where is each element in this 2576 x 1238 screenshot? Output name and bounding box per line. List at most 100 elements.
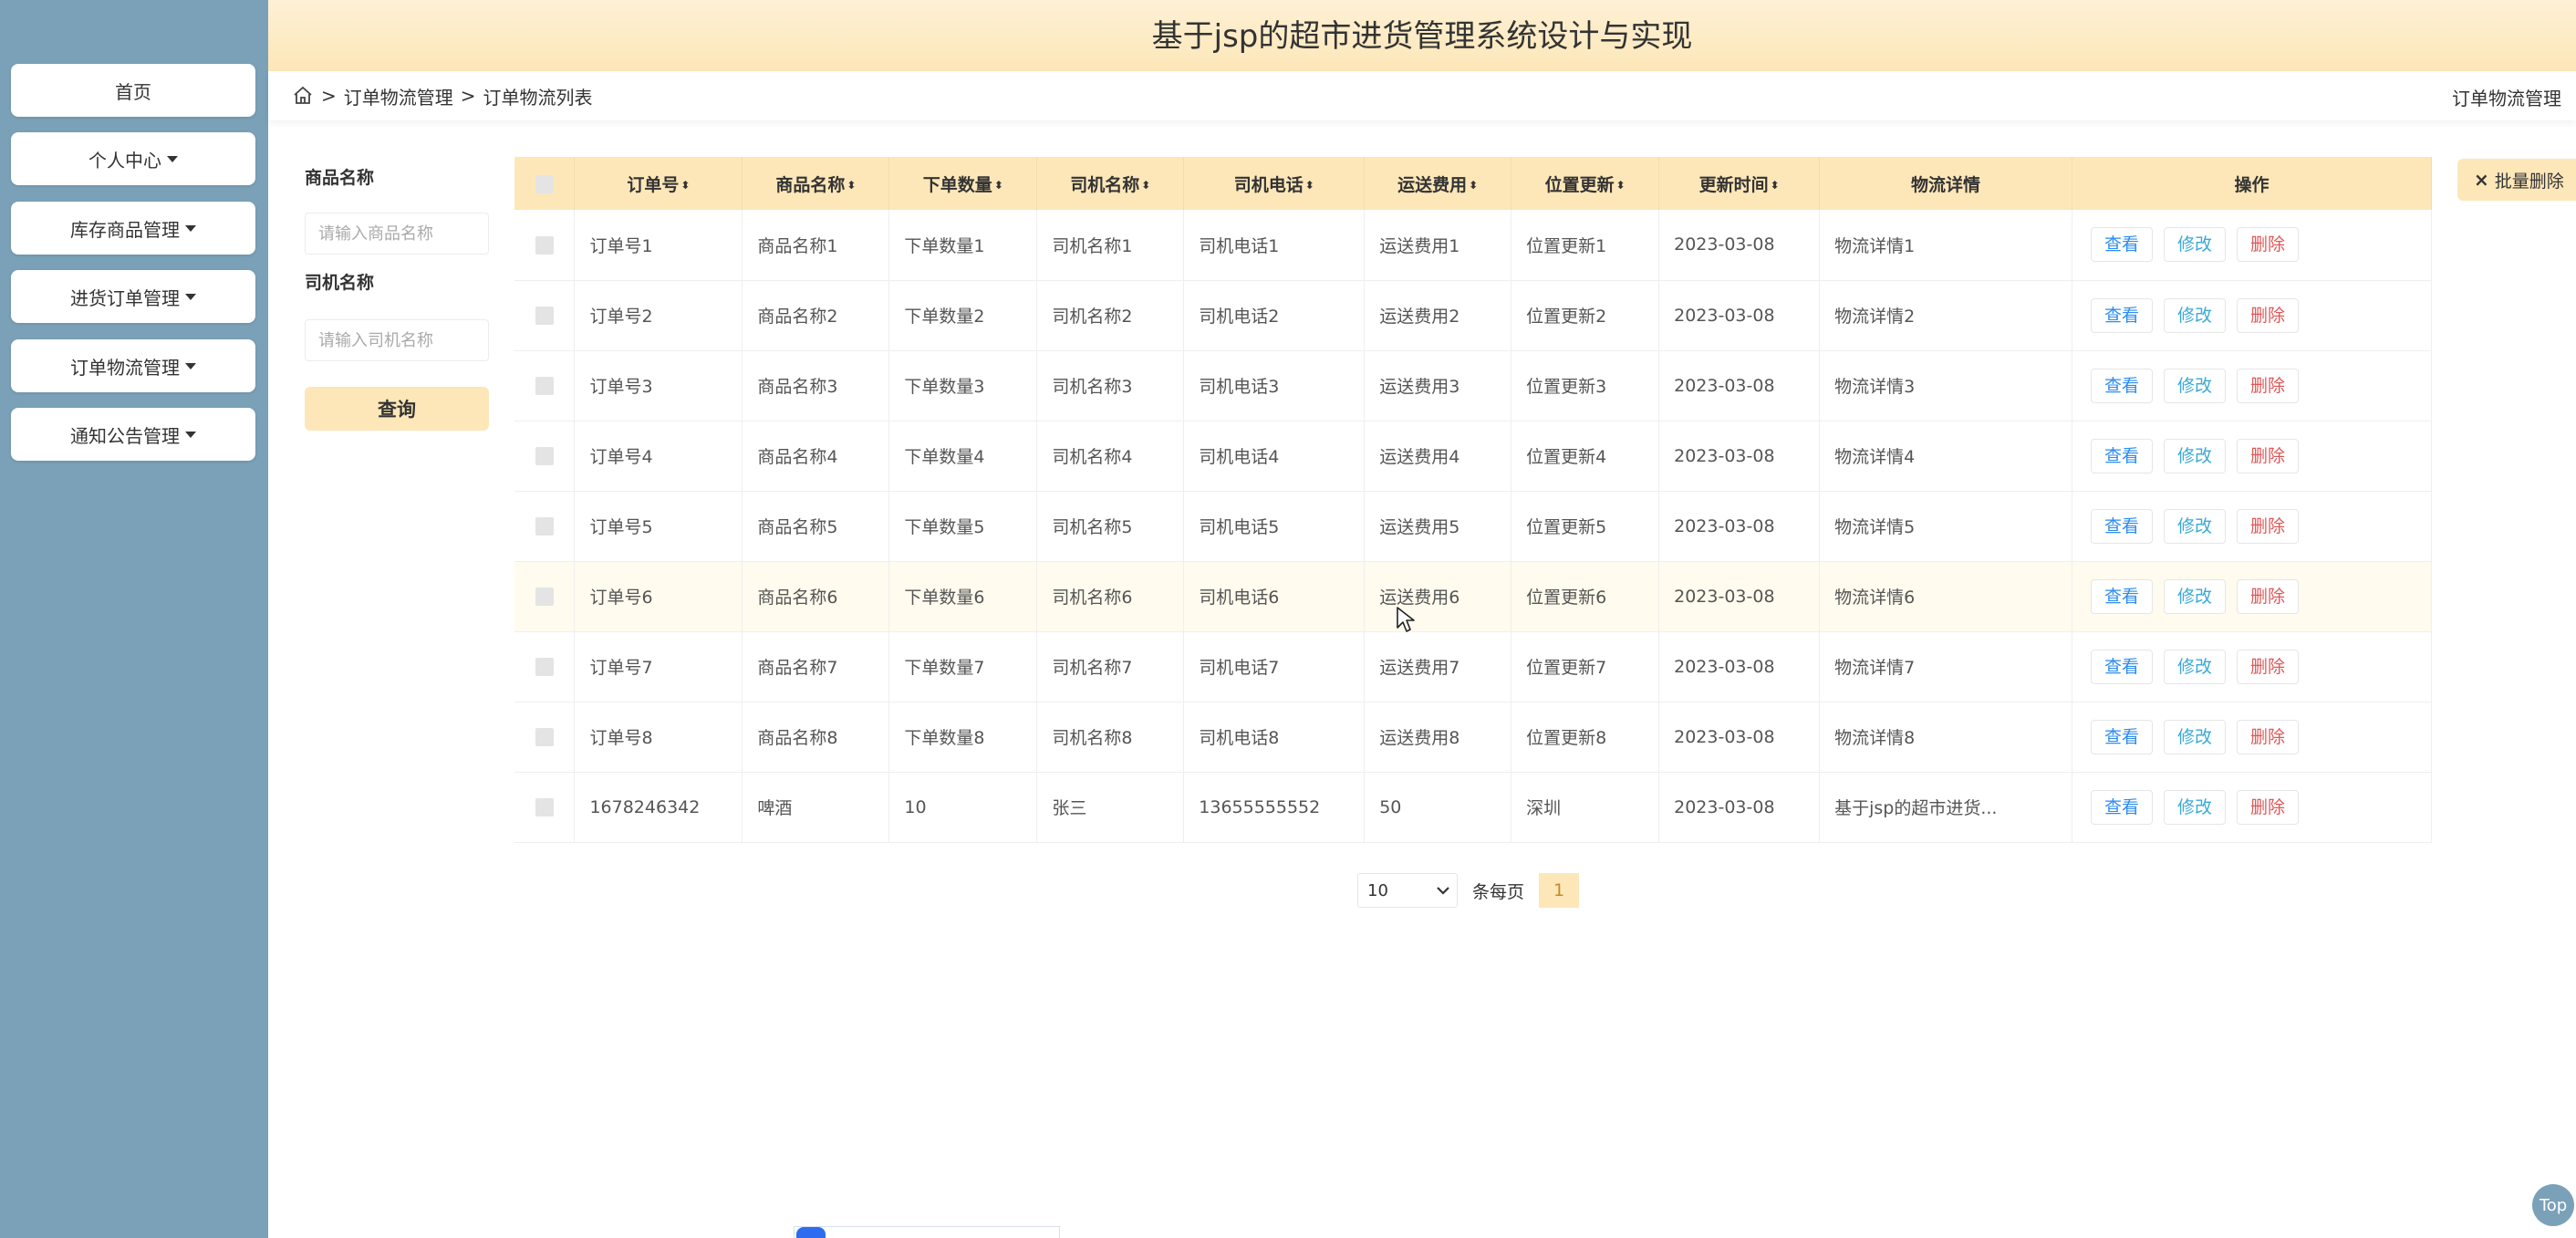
table-cell: 订单号2 bbox=[574, 280, 743, 350]
sort-icon[interactable]: ⬍ bbox=[1141, 179, 1150, 192]
caret-down-icon bbox=[167, 155, 178, 162]
column-header-quantity[interactable]: 下单数量 ⬍ bbox=[888, 157, 1038, 210]
table-cell: 司机电话5 bbox=[1183, 491, 1366, 561]
table-cell: 2023-03-08 bbox=[1658, 561, 1821, 631]
sidebar-item-order-logistics[interactable]: 订单物流管理 bbox=[11, 339, 255, 392]
table-cell: 10 bbox=[888, 772, 1038, 842]
view-button[interactable]: 查看 bbox=[2091, 789, 2154, 825]
edit-button[interactable]: 修改 bbox=[2164, 719, 2227, 754]
page-size-select[interactable]: 10 bbox=[1357, 873, 1458, 908]
sidebar-item-announcements[interactable]: 通知公告管理 bbox=[11, 408, 255, 461]
table-row[interactable]: 订单号2 商品名称2 下单数量2 司机名称2 司机电话2 运送费用2 位置更新2 2023-0… bbox=[514, 280, 2432, 350]
edit-button[interactable]: 修改 bbox=[2164, 297, 2227, 333]
view-button[interactable]: 查看 bbox=[2091, 649, 2154, 684]
view-button[interactable]: 查看 bbox=[2091, 368, 2154, 403]
column-header-goods-name[interactable]: 商品名称 ⬍ bbox=[742, 157, 890, 210]
select-all-checkbox[interactable] bbox=[535, 174, 554, 193]
sort-icon[interactable]: ⬍ bbox=[1469, 179, 1478, 192]
sidebar-item-purchase-orders[interactable]: 进货订单管理 bbox=[11, 270, 255, 323]
column-header-driver-name[interactable]: 司机名称 ⬍ bbox=[1036, 157, 1185, 210]
delete-button[interactable]: 删除 bbox=[2237, 789, 2300, 825]
table-cell: 2023-03-08 bbox=[1658, 210, 1821, 280]
sort-icon[interactable]: ⬍ bbox=[1305, 179, 1314, 192]
view-button[interactable]: 查看 bbox=[2091, 578, 2154, 614]
table-cell: 位置更新3 bbox=[1511, 350, 1660, 421]
delete-button[interactable]: 删除 bbox=[2237, 297, 2300, 333]
view-button[interactable]: 查看 bbox=[2091, 719, 2154, 754]
delete-button[interactable]: 删除 bbox=[2237, 227, 2300, 263]
page-size-value: 10 bbox=[1367, 880, 1388, 900]
breadcrumb-item-logistics[interactable]: 订单物流管理 bbox=[344, 83, 453, 109]
column-header-location-update[interactable]: 位置更新 ⬍ bbox=[1511, 157, 1660, 210]
edit-button[interactable]: 修改 bbox=[2164, 789, 2227, 825]
page-number-current[interactable]: 1 bbox=[1539, 873, 1580, 908]
table-cell: 物流详情4 bbox=[1819, 421, 2073, 491]
view-button[interactable]: 查看 bbox=[2091, 297, 2154, 333]
delete-button[interactable]: 删除 bbox=[2237, 719, 2300, 754]
row-checkbox[interactable] bbox=[535, 588, 554, 606]
edit-button[interactable]: 修改 bbox=[2164, 578, 2227, 614]
query-button[interactable]: 查询 bbox=[305, 387, 489, 431]
column-header-driver-phone[interactable]: 司机电话 ⬍ bbox=[1183, 157, 1366, 210]
table-row[interactable]: 订单号3 商品名称3 下单数量3 司机名称3 司机电话3 运送费用3 位置更新3 2023-0… bbox=[514, 350, 2432, 421]
row-checkbox[interactable] bbox=[535, 447, 554, 465]
delete-button[interactable]: 删除 bbox=[2237, 438, 2300, 473]
sidebar: 首页个人中心库存商品管理 进货订单管理 订单物流管理 通知公告管理 bbox=[0, 0, 268, 1238]
sort-icon[interactable]: ⬍ bbox=[1616, 179, 1626, 192]
table-cell: 物流详情7 bbox=[1819, 631, 2073, 702]
row-checkbox[interactable] bbox=[535, 307, 554, 325]
table-cell: 位置更新4 bbox=[1511, 421, 1660, 491]
home-icon[interactable] bbox=[292, 85, 314, 107]
delete-button[interactable]: 删除 bbox=[2237, 578, 2300, 614]
driver-name-input[interactable] bbox=[305, 319, 489, 361]
table-cell: 运送费用6 bbox=[1364, 561, 1512, 631]
floating-widget[interactable] bbox=[794, 1226, 1060, 1238]
edit-button[interactable]: 修改 bbox=[2164, 227, 2227, 263]
view-button[interactable]: 查看 bbox=[2091, 438, 2154, 473]
column-header-order-no[interactable]: 订单号 ⬍ bbox=[574, 157, 743, 210]
row-checkbox[interactable] bbox=[535, 798, 554, 817]
sort-icon[interactable]: ⬍ bbox=[847, 179, 856, 192]
sort-icon[interactable]: ⬍ bbox=[680, 179, 690, 192]
delete-button[interactable]: 删除 bbox=[2237, 649, 2300, 684]
back-to-top-button[interactable]: Top bbox=[2532, 1184, 2574, 1226]
sidebar-item-inventory[interactable]: 库存商品管理 bbox=[11, 202, 255, 255]
sort-icon[interactable]: ⬍ bbox=[1771, 179, 1780, 192]
table-row[interactable]: 1678246342 啤酒 10 张三 13655555552 50 深圳 2023-03-0… bbox=[514, 772, 2432, 842]
edit-button[interactable]: 修改 bbox=[2164, 438, 2227, 473]
batch-delete-button[interactable]: × 批量删除 bbox=[2457, 159, 2576, 201]
row-actions: 查看 修改 删除 bbox=[2072, 702, 2432, 772]
view-button[interactable]: 查看 bbox=[2091, 227, 2154, 263]
mouse-cursor-icon bbox=[1397, 607, 1415, 632]
sidebar-item-home[interactable]: 首页 bbox=[11, 64, 255, 117]
table-row[interactable]: 订单号6 商品名称6 下单数量6 司机名称6 司机电话6 运送费用6 位置更新6 2023-0… bbox=[514, 561, 2432, 631]
row-checkbox[interactable] bbox=[535, 377, 554, 395]
caret-down-icon bbox=[185, 224, 196, 232]
goods-name-input[interactable] bbox=[305, 213, 489, 255]
row-checkbox[interactable] bbox=[535, 517, 554, 536]
table-cell: 司机电话7 bbox=[1183, 631, 1366, 702]
row-actions: 查看 修改 删除 bbox=[2072, 561, 2432, 631]
sort-icon[interactable]: ⬍ bbox=[994, 179, 1003, 192]
table-row[interactable]: 订单号4 商品名称4 下单数量4 司机名称4 司机电话4 运送费用4 位置更新4 2023-0… bbox=[514, 421, 2432, 491]
row-checkbox[interactable] bbox=[535, 728, 554, 746]
edit-button[interactable]: 修改 bbox=[2164, 368, 2227, 403]
table-row[interactable]: 订单号5 商品名称5 下单数量5 司机名称5 司机电话5 运送费用5 位置更新5 2023-0… bbox=[514, 491, 2432, 561]
edit-button[interactable]: 修改 bbox=[2164, 649, 2227, 684]
column-header-shipping-fee[interactable]: 运送费用 ⬍ bbox=[1364, 157, 1512, 210]
table-row[interactable]: 订单号8 商品名称8 下单数量8 司机名称8 司机电话8 运送费用8 位置更新8 2023-0… bbox=[514, 702, 2432, 772]
column-header-update-time[interactable]: 更新时间 ⬍ bbox=[1658, 157, 1821, 210]
table-cell: 商品名称3 bbox=[742, 350, 890, 421]
view-button[interactable]: 查看 bbox=[2091, 508, 2154, 544]
delete-button[interactable]: 删除 bbox=[2237, 368, 2300, 403]
row-checkbox[interactable] bbox=[535, 658, 554, 676]
table-row[interactable]: 订单号1 商品名称1 下单数量1 司机名称1 司机电话1 运送费用1 位置更新1 2023-0… bbox=[514, 210, 2432, 280]
row-checkbox[interactable] bbox=[535, 235, 554, 255]
sidebar-item-label: 个人中心 bbox=[88, 149, 161, 172]
sidebar-item-personal-center[interactable]: 个人中心 bbox=[11, 132, 255, 185]
column-header-label: 位置更新 bbox=[1544, 174, 1615, 195]
delete-button[interactable]: 删除 bbox=[2237, 508, 2300, 544]
table-row[interactable]: 订单号7 商品名称7 下单数量7 司机名称7 司机电话7 运送费用7 位置更新7 2023-0… bbox=[514, 631, 2432, 702]
edit-button[interactable]: 修改 bbox=[2164, 508, 2227, 544]
table-cell: 订单号8 bbox=[574, 702, 743, 772]
